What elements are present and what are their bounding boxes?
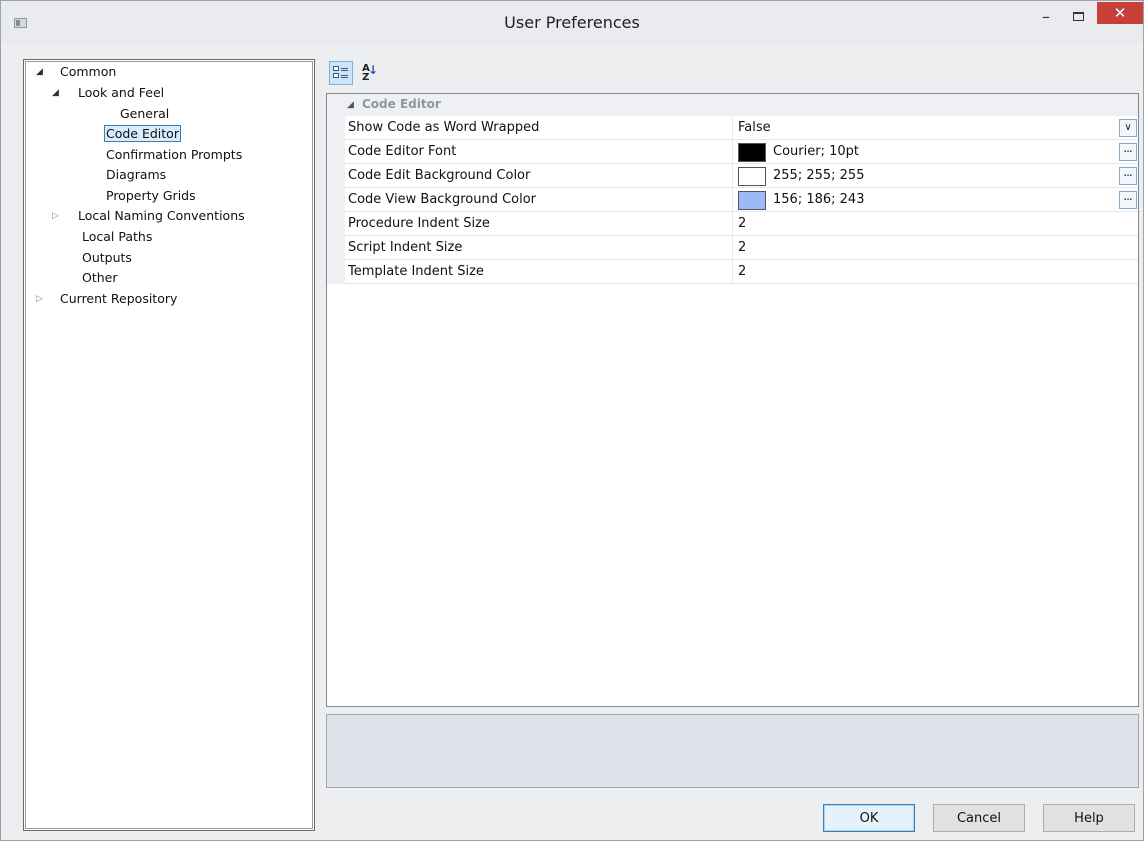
color-swatch [738,191,766,210]
property-value[interactable]: 2 [738,236,1118,260]
ellipsis-button[interactable]: ... [1119,143,1137,161]
help-button[interactable]: Help [1043,804,1135,832]
expanded-triangle-icon[interactable]: ◢ [347,99,354,110]
color-swatch [738,143,766,162]
expanded-triangle-icon[interactable]: ◢ [36,62,43,82]
tree-item-local-naming-conventions[interactable]: ▷ Local Naming Conventions [32,206,245,226]
property-value[interactable]: 156; 186; 243 [738,188,1118,212]
property-name: Code Editor Font [348,140,733,164]
categorized-view-button[interactable] [329,61,353,85]
tree-item-general[interactable]: General [32,104,169,124]
tree-item-local-paths[interactable]: Local Paths [32,227,152,247]
dropdown-button[interactable]: ∨ [1119,119,1137,137]
category-row-code-editor[interactable]: ◢ Code Editor [327,94,1138,116]
property-name: Code Edit Background Color [348,164,733,188]
property-value[interactable]: Courier; 10pt [738,140,1118,164]
property-row[interactable]: Code Edit Background Color 255; 255; 255… [327,164,1138,188]
tree-item-other[interactable]: Other [32,268,118,288]
close-button[interactable]: ✕ [1097,2,1143,24]
property-value[interactable]: 2 [738,212,1118,236]
collapsed-triangle-icon[interactable]: ▷ [52,206,59,226]
tree-item-diagrams[interactable]: Diagrams [32,165,166,185]
property-row[interactable]: Template Indent Size 2 [327,260,1138,284]
ok-button[interactable]: OK [823,804,915,832]
maximize-icon [1072,11,1084,21]
expanded-triangle-icon[interactable]: ◢ [52,83,59,103]
property-row[interactable]: Procedure Indent Size 2 [327,212,1138,236]
property-row[interactable]: Show Code as Word Wrapped False ∨ [327,116,1138,140]
tree-item-common[interactable]: ◢ Common [32,62,116,82]
tree-item-confirmation-prompts[interactable]: Confirmation Prompts [32,145,242,165]
maximize-button[interactable] [1063,1,1093,31]
alphabetical-sort-button[interactable]: A Z ↓ [357,61,381,85]
property-row[interactable]: Code View Background Color 156; 186; 243… [327,188,1138,212]
property-name: Code View Background Color [348,188,733,212]
color-swatch [738,167,766,186]
property-name: Show Code as Word Wrapped [348,116,733,140]
property-name: Template Indent Size [348,260,733,284]
property-value[interactable]: 255; 255; 255 [738,164,1118,188]
property-value[interactable]: False [738,116,1118,140]
tree-item-current-repository[interactable]: ▷ Current Repository [32,289,177,309]
tree-item-property-grids[interactable]: Property Grids [32,186,196,206]
tree-item-code-editor[interactable]: Code Editor [32,124,181,144]
window-title: User Preferences [504,13,640,32]
ellipsis-button[interactable]: ... [1119,167,1137,185]
preferences-tree[interactable]: ◢ Common ◢ Look and Feel General Code Ed… [23,59,315,831]
tree-item-outputs[interactable]: Outputs [32,248,132,268]
tree-item-look-and-feel[interactable]: ◢ Look and Feel [32,83,164,103]
collapsed-triangle-icon[interactable]: ▷ [36,289,43,309]
property-value[interactable]: 2 [738,260,1118,284]
minimize-button[interactable]: – [1031,1,1061,31]
property-description-panel [326,714,1139,788]
user-preferences-window: User Preferences – ✕ ◢ Common ◢ Look and… [0,0,1144,841]
cancel-button[interactable]: Cancel [933,804,1025,832]
property-row[interactable]: Code Editor Font Courier; 10pt ... [327,140,1138,164]
property-name: Script Indent Size [348,236,733,260]
property-grid[interactable]: ◢ Code Editor Show Code as Word Wrapped … [326,93,1139,707]
title-bar: User Preferences – ✕ [1,1,1143,45]
property-name: Procedure Indent Size [348,212,733,236]
categorized-icon [333,66,349,80]
ellipsis-button[interactable]: ... [1119,191,1137,209]
property-row[interactable]: Script Indent Size 2 [327,236,1138,260]
